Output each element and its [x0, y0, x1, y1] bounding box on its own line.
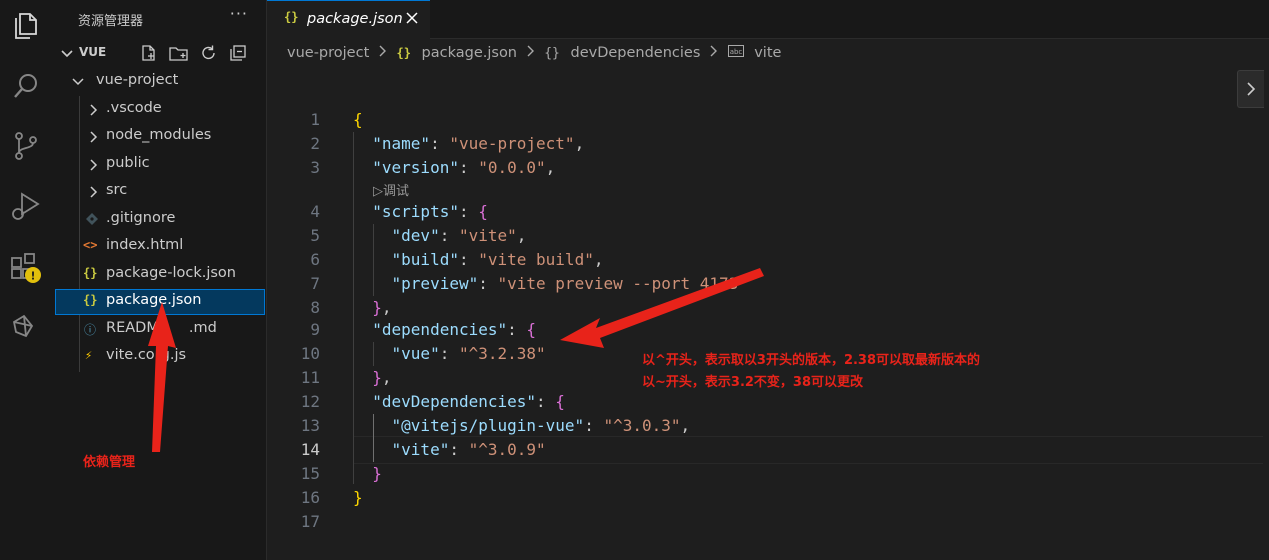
- annotation-arrows: [148, 268, 764, 452]
- arrow-to-dependencies: [560, 268, 764, 348]
- arrow-to-package-json: [148, 302, 176, 452]
